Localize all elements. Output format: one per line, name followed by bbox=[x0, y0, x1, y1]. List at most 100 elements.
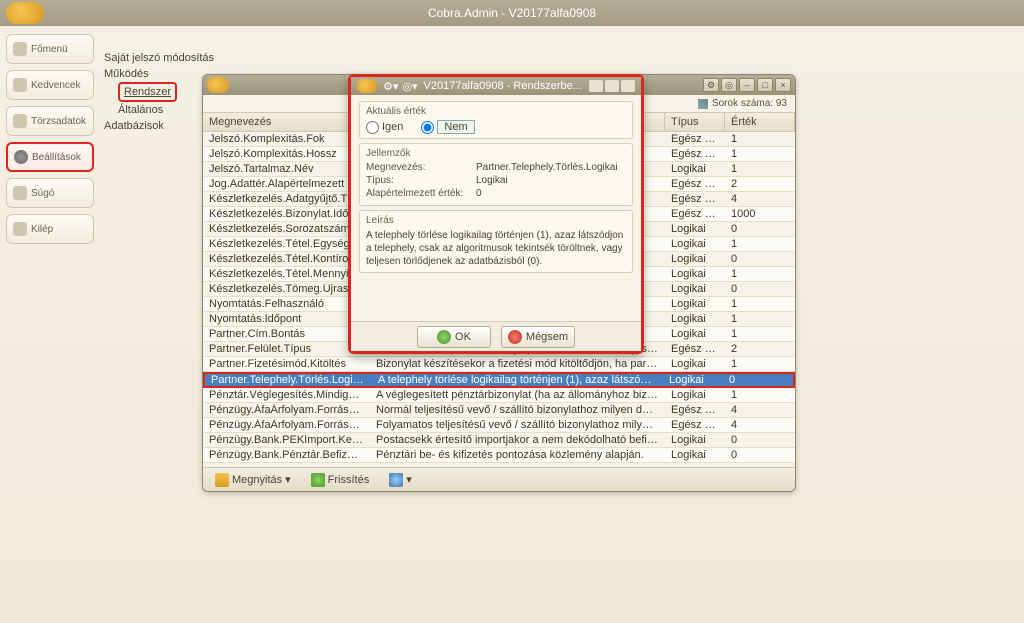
app-title: Cobra.Admin - V20177alfa0908 bbox=[428, 6, 596, 20]
sidebar-kilep[interactable]: Kilép bbox=[6, 214, 94, 244]
table-row[interactable]: Pénzügy.Bank.PEKImport.Keresé...Postacse… bbox=[203, 433, 795, 448]
tree-sajat-jelszo[interactable]: Saját jelszó módosítás bbox=[104, 50, 214, 66]
radio-nem-label: Nem bbox=[437, 120, 474, 134]
window-logo-icon bbox=[207, 77, 229, 93]
cell: Jelszó.Komplexitás.Hossz bbox=[203, 148, 370, 160]
cell: Egész szám bbox=[665, 343, 725, 355]
cell: A telephely törlése logikailag történjen… bbox=[372, 374, 663, 386]
cell: Egész szám bbox=[665, 178, 725, 190]
gear-icon bbox=[14, 150, 28, 164]
cell: Pénztári be- és kifizetés pontozása közl… bbox=[370, 449, 665, 461]
dialog-close[interactable] bbox=[621, 80, 635, 92]
window-toolbar: Megnyitás ▾ Frissítés ▾ bbox=[203, 467, 795, 491]
cell: Készletkezelés.Tétel.Mennyiség.... bbox=[203, 268, 370, 280]
cell: Logikai bbox=[665, 328, 725, 340]
cell: Logikai bbox=[665, 163, 725, 175]
sidebar-beallitasok[interactable]: Beállítások bbox=[6, 142, 94, 172]
cancel-label: Mégsem bbox=[526, 331, 568, 343]
table-row[interactable]: Pénzügy.ÁfaÁrfolyam.ForrásDát...Normál t… bbox=[203, 403, 795, 418]
cell: Logikai bbox=[665, 283, 725, 295]
refresh-button[interactable]: Frissítés bbox=[305, 471, 376, 489]
cell: Logikai bbox=[665, 298, 725, 310]
table-row[interactable]: Pénzügy.Bank.Pénztár.Befizetés....Pénztá… bbox=[203, 448, 795, 463]
table-row[interactable]: Partner.Telephely.Törlés.LogikaiA teleph… bbox=[203, 372, 795, 388]
sidebar-label: Beállítások bbox=[32, 152, 81, 163]
cell: 1 bbox=[725, 268, 795, 280]
cell: 0 bbox=[725, 253, 795, 265]
tree-adatbazisok[interactable]: Adatbázisok bbox=[104, 118, 214, 134]
col-megnevezes[interactable]: Megnevezés bbox=[203, 113, 370, 131]
group-desc-title: Leírás bbox=[366, 215, 626, 226]
close-button[interactable]: × bbox=[775, 78, 791, 92]
sidebar-torzsadatok[interactable]: Törzsadatok bbox=[6, 106, 94, 136]
radio-nem[interactable]: Nem bbox=[421, 120, 474, 134]
cell: Folyamatos teljesítésű vevő / szállító b… bbox=[370, 419, 665, 431]
minimize-button[interactable]: – bbox=[739, 78, 755, 92]
ok-button[interactable]: OK bbox=[417, 326, 491, 348]
search-icon bbox=[389, 473, 403, 487]
exit-icon bbox=[13, 222, 27, 236]
prop-type-label: Típus: bbox=[366, 175, 476, 186]
cell: Egész szám bbox=[665, 208, 725, 220]
cell: Jog.Adattér.Alapértelmezett bbox=[203, 178, 370, 190]
maximize-button[interactable]: □ bbox=[757, 78, 773, 92]
sidebar-kedvencek[interactable]: Kedvencek bbox=[6, 70, 94, 100]
cell: 0 bbox=[723, 374, 793, 386]
cell: 1 bbox=[725, 389, 795, 401]
cell: Partner.Telephely.Törlés.Logikai bbox=[205, 374, 372, 386]
tree-mukodes[interactable]: Működés bbox=[104, 66, 214, 82]
gear-icon[interactable]: ⚙▾ bbox=[383, 80, 398, 93]
dialog-minimize[interactable] bbox=[589, 80, 603, 92]
cell: 1 bbox=[725, 163, 795, 175]
prop-name-label: Megnevezés: bbox=[366, 162, 476, 173]
sidebar-label: Kedvencek bbox=[31, 80, 80, 91]
dialog-maximize[interactable] bbox=[605, 80, 619, 92]
gear-dropdown-icon[interactable]: ⚙ bbox=[703, 78, 719, 92]
cell: Partner.Cím.Bontás bbox=[203, 328, 370, 340]
edit-dialog: ⚙▾ ◎▾ V20177alfa0908 - Rendszerbe... Akt… bbox=[348, 74, 644, 354]
cell: Jelszó.Komplexitás.Fok bbox=[203, 133, 370, 145]
ok-label: OK bbox=[455, 331, 471, 343]
radio-nem-input[interactable] bbox=[421, 121, 434, 134]
cell: Postacsekk értesítő importjakor a nem de… bbox=[370, 434, 665, 446]
tree-rendszer[interactable]: Rendszer bbox=[118, 82, 177, 102]
sidebar-sugo[interactable]: Súgó bbox=[6, 178, 94, 208]
col-tipus[interactable]: Típus bbox=[665, 113, 725, 131]
cell: 1 bbox=[725, 238, 795, 250]
cell: A véglegesített pénztárbizonylat (ha az … bbox=[370, 389, 665, 401]
compass-icon[interactable]: ◎▾ bbox=[402, 80, 417, 93]
radio-igen-input[interactable] bbox=[366, 121, 379, 134]
cell: Készletkezelés.Tétel.Kontírozás.E... bbox=[203, 253, 370, 265]
cell: Egész szám bbox=[665, 148, 725, 160]
cross-icon bbox=[508, 330, 522, 344]
dialog-buttons: OK Mégsem bbox=[351, 321, 641, 351]
sidebar-fomenu[interactable]: Főmenü bbox=[6, 34, 94, 64]
cell: Logikai bbox=[665, 449, 725, 461]
cell: 0 bbox=[725, 223, 795, 235]
open-button[interactable]: Megnyitás ▾ bbox=[209, 471, 297, 489]
table-row[interactable]: Partner.Fizetésimód.KitöltésBizonylat ké… bbox=[203, 357, 795, 372]
home-icon bbox=[13, 42, 27, 56]
cell: Normál teljesítésű vevő / szállító bizon… bbox=[370, 404, 665, 416]
cell: Pénzügy.ÁfaÁrfolyam.ForrásDát... bbox=[203, 404, 370, 416]
cell: Egész szám bbox=[665, 133, 725, 145]
prop-default-value: 0 bbox=[476, 188, 482, 199]
dialog-logo-icon bbox=[357, 79, 377, 93]
tree-altalanos[interactable]: Általános bbox=[118, 102, 214, 118]
cell: Bizonylat készítésekor a fizetési mód ki… bbox=[370, 358, 665, 370]
desc-text: A telephely törlése logikailag történjen… bbox=[366, 229, 626, 268]
cell: Egész szám bbox=[665, 193, 725, 205]
radio-igen[interactable]: Igen bbox=[366, 121, 403, 134]
search-button[interactable]: ▾ bbox=[383, 471, 418, 489]
col-ertek[interactable]: Érték bbox=[725, 113, 795, 131]
check-icon bbox=[437, 330, 451, 344]
compass-icon[interactable]: ◎ bbox=[721, 78, 737, 92]
cell: Logikai bbox=[665, 223, 725, 235]
cell: Egész szám bbox=[665, 419, 725, 431]
table-row[interactable]: Pénztár.Véglegesítés.MindigMent...A végl… bbox=[203, 388, 795, 403]
cancel-button[interactable]: Mégsem bbox=[501, 326, 575, 348]
cell: 1 bbox=[725, 328, 795, 340]
prop-type-value: Logikai bbox=[476, 175, 508, 186]
table-row[interactable]: Pénzügy.ÁfaÁrfolyam.ForrásDát...Folyamat… bbox=[203, 418, 795, 433]
cell: Logikai bbox=[665, 389, 725, 401]
